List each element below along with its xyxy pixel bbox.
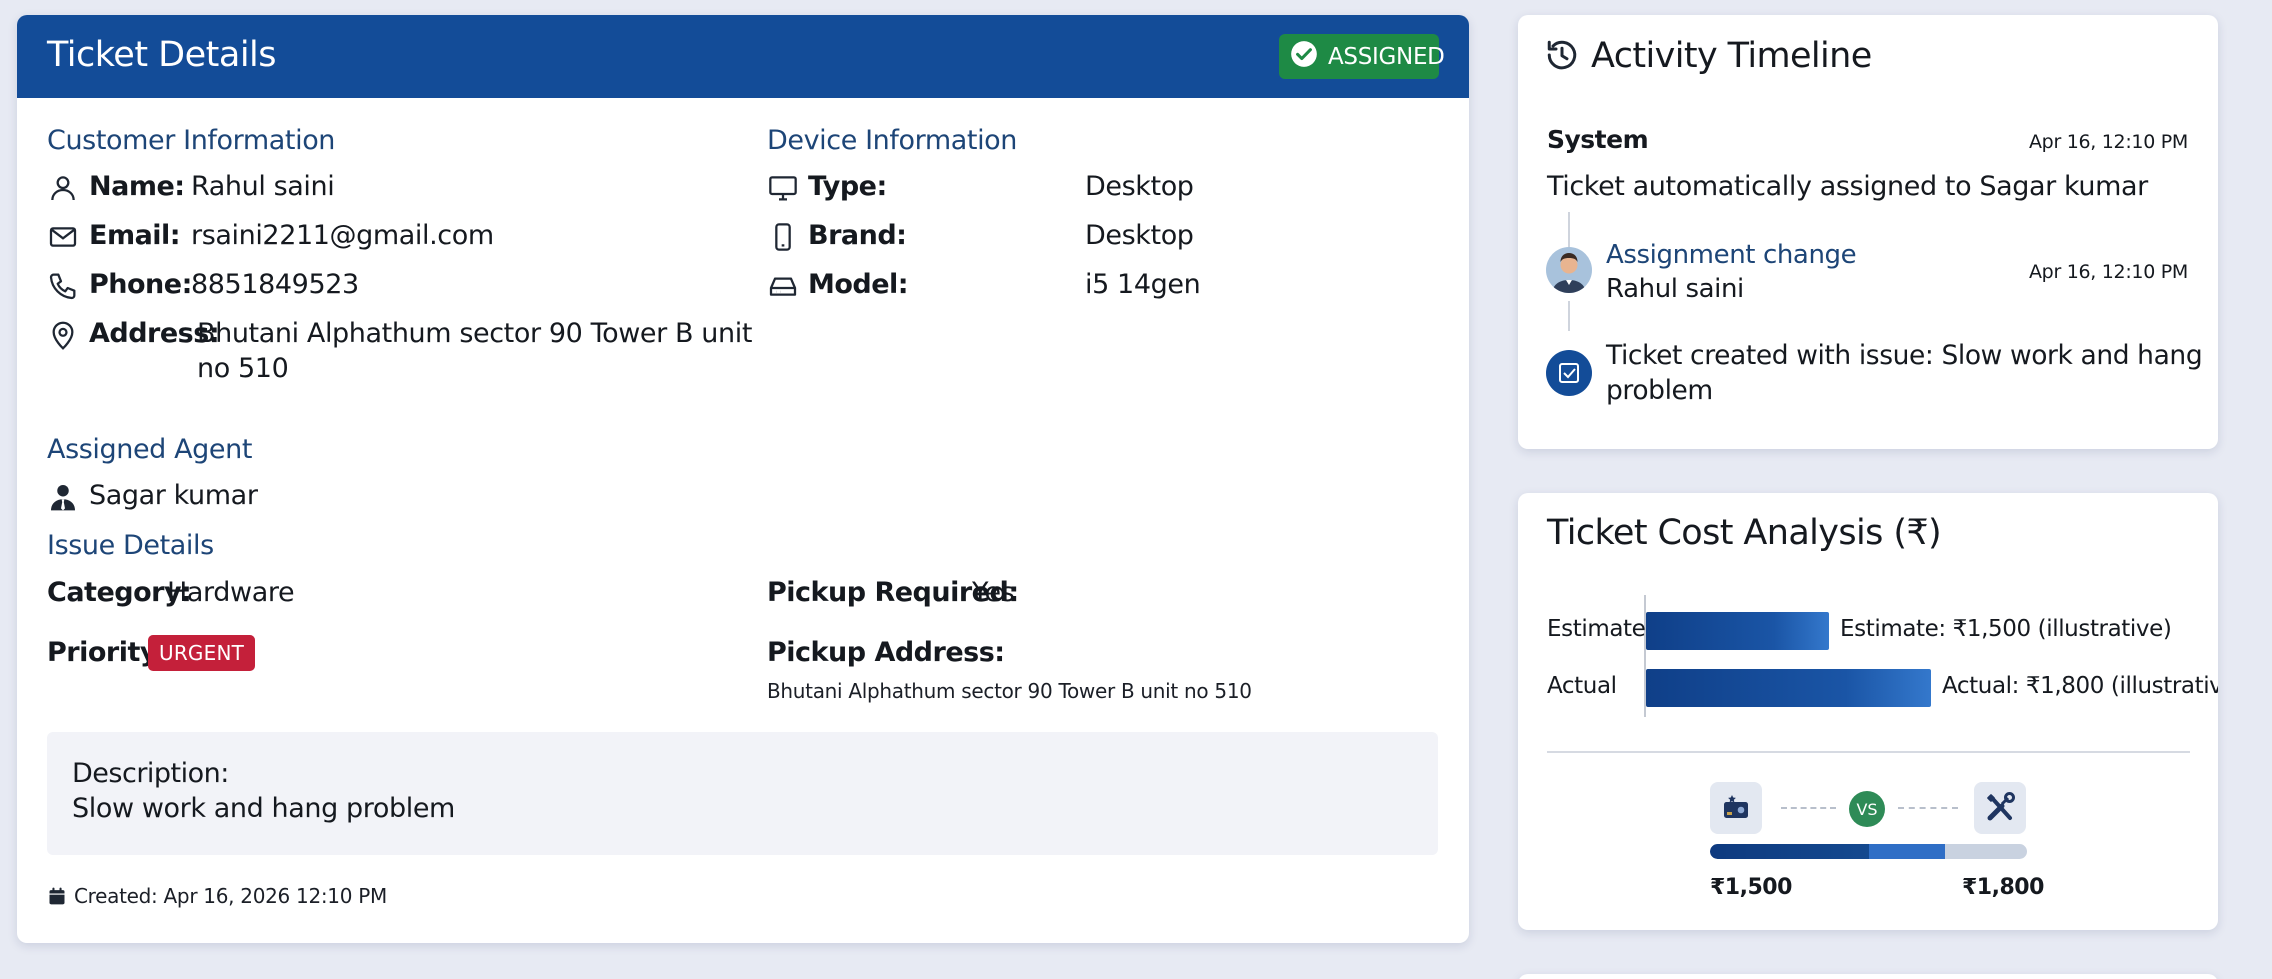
estimate-bar [1646,612,1829,650]
dashed-connector [1781,807,1836,809]
customer-phone[interactable]: 8851849523 [191,269,359,300]
phone-icon [47,270,79,302]
estimate-amount: ₹1,500 [1710,875,1792,900]
device-model: i5 14gen [1085,269,1201,300]
pickup-address-value: Bhutani Alphathum sector 90 Tower B unit… [767,679,1252,703]
description-label: Description: [72,758,229,789]
customer-address-line1: Bhutani Alphathum sector 90 Tower B unit [197,318,753,349]
timeline-entry-2-title[interactable]: Assignment change [1606,240,1857,270]
name-label: Name: [89,171,185,202]
customer-name: Rahul saini [191,171,335,202]
description-box: Description: Slow work and hang problem [47,732,1438,855]
customer-address-line2: no 510 [197,353,289,384]
estimate-bar-label: Estimate [1547,616,1646,642]
cost-title: Ticket Cost Analysis (₹) [1547,513,1942,553]
timeline-connector [1568,212,1570,247]
status-label: ASSIGNED [1328,43,1445,70]
timeline-entry-2-actor: Rahul saini [1606,274,1744,304]
timeline-entry-1-text: Ticket automatically assigned to Sagar k… [1547,171,2148,202]
actual-amount: ₹1,800 [1962,875,2044,900]
cost-comparison-fill [1710,844,1945,859]
cost-analysis-card: Ticket Cost Analysis (₹) Estimate Estima… [1518,493,2218,930]
device-section-title: Device Information [767,125,1018,156]
timeline-entry-3-text-line2: problem [1606,375,1713,406]
cost-comparison-track [1710,844,2027,859]
customer-section-title: Customer Information [47,125,336,156]
issue-section-title: Issue Details [47,530,214,561]
type-label: Type: [808,171,887,202]
status-badge: ASSIGNED [1279,34,1445,79]
estimate-card-icon [1710,782,1762,834]
actual-bar [1646,669,1931,707]
hard-drive-icon [767,270,799,302]
timeline-entry-2-time: Apr 16, 12:10 PM [2028,261,2188,283]
map-pin-icon [47,319,79,351]
smartphone-icon [767,221,799,253]
device-brand: Desktop [1085,220,1194,251]
phone-label: Phone: [89,269,192,300]
check-circle-icon [1290,40,1318,74]
checkbox-icon [1546,350,1592,396]
timeline-connector [1568,301,1570,331]
ticket-title: Ticket Details [47,35,277,75]
timeline-entry-3-text-line1: Ticket created with issue: Slow work and… [1606,340,2203,371]
agent-section-title: Assigned Agent [47,434,253,465]
brand-label: Brand: [808,220,907,251]
model-label: Model: [808,269,909,300]
tools-icon [1974,782,2026,834]
actual-bar-annotation: Actual: ₹1,800 (illustrativv) [1942,673,2218,699]
divider [1547,751,2190,753]
timeline-entry-1-time: Apr 16, 12:10 PM [2028,131,2188,153]
activity-timeline-card: Activity Timeline System Apr 16, 12:10 P… [1518,15,2218,449]
pickup-required-value: Yes [972,577,1015,608]
next-panel-card [1518,974,2218,979]
avatar [1546,247,1592,293]
customer-email[interactable]: rsaini2211@gmail.com [191,220,494,251]
ticket-header: Ticket Details ASSIGNED [17,15,1469,98]
email-label: Email: [89,220,181,251]
estimate-bar-annotation: Estimate: ₹1,500 (illustrative) [1840,616,2172,642]
dashed-connector [1898,807,1958,809]
user-icon [47,172,79,204]
timeline-entry-1-actor: System [1547,125,1649,154]
description-text: Slow work and hang problem [72,793,455,824]
agent-name: Sagar kumar [89,480,258,511]
vs-badge: VS [1849,791,1885,827]
pickup-address-label: Pickup Address: [767,637,1005,668]
calendar-icon [47,886,67,906]
priority-badge: URGENT [148,635,256,671]
mail-icon [47,221,79,253]
monitor-icon [767,172,799,204]
ticket-details-card: Ticket Details ASSIGNED Customer Informa… [17,15,1469,943]
user-tie-icon [47,481,79,513]
actual-bar-label: Actual [1547,673,1617,699]
timeline-title: Activity Timeline [1591,36,1872,76]
device-type: Desktop [1085,171,1194,202]
history-icon [1544,37,1580,73]
category-value: Hardware [167,577,295,608]
created-date: Created: Apr 16, 2026 12:10 PM [74,884,387,908]
